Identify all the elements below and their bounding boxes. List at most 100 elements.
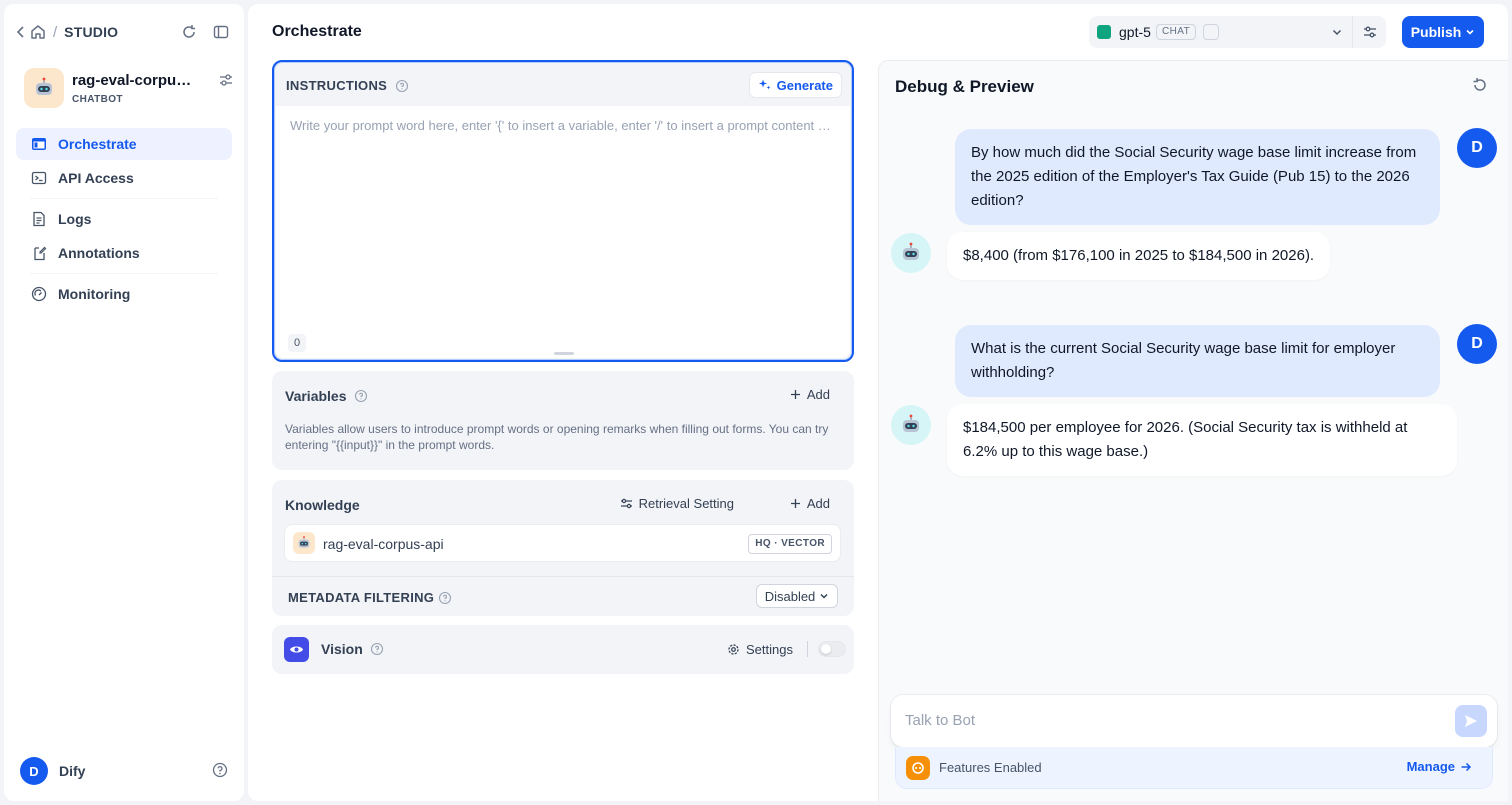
instructions-header: INSTRUCTIONS bbox=[286, 78, 409, 93]
vision-settings-button[interactable]: Settings bbox=[727, 642, 793, 657]
send-icon bbox=[1463, 713, 1479, 729]
prompt-placeholder: Write your prompt word here, enter '{' t… bbox=[290, 118, 836, 133]
terminal-window-icon bbox=[30, 135, 48, 153]
model-mode-tag: CHAT bbox=[1156, 24, 1197, 40]
sliders-icon bbox=[620, 497, 633, 510]
dataset-name: rag-eval-corpus-api bbox=[323, 536, 444, 552]
metadata-filtering-header: METADATA FILTERING bbox=[288, 590, 452, 605]
retrieval-setting-button[interactable]: Retrieval Setting bbox=[620, 496, 734, 511]
app-name: rag-eval-corpus-api bbox=[72, 72, 192, 89]
manage-label: Manage bbox=[1406, 759, 1455, 774]
variables-header: Variables bbox=[285, 388, 368, 404]
sidebar-item-logs[interactable]: Logs bbox=[16, 203, 232, 235]
sidebar-nav: Orchestrate API Access Logs Annotations bbox=[16, 128, 232, 310]
features-icon bbox=[906, 756, 930, 780]
app-settings-icon[interactable] bbox=[218, 72, 234, 88]
back-chevron-icon[interactable] bbox=[16, 26, 26, 38]
retrieval-setting-label: Retrieval Setting bbox=[638, 496, 734, 511]
sidebar-item-label: Monitoring bbox=[58, 286, 131, 302]
bot-message: $8,400 (from $176,100 in 2025 to $184,50… bbox=[947, 232, 1331, 280]
chevron-down-icon bbox=[819, 591, 829, 601]
sidebar-item-label: Logs bbox=[58, 211, 92, 227]
chevron-down-icon bbox=[1331, 26, 1343, 38]
instructions-panel: INSTRUCTIONS Generate Write your prompt … bbox=[272, 60, 854, 362]
account-area[interactable]: D Dify bbox=[20, 757, 232, 785]
nav-divider bbox=[30, 273, 218, 274]
terminal-icon bbox=[30, 169, 48, 187]
chat-input[interactable]: Talk to Bot bbox=[891, 695, 1497, 747]
user-message: What is the current Social Security wage… bbox=[955, 325, 1440, 397]
model-params-button[interactable] bbox=[1352, 16, 1386, 48]
generate-label: Generate bbox=[776, 77, 833, 93]
page-title: Orchestrate bbox=[272, 23, 362, 40]
metadata-filtering-select[interactable]: Disabled bbox=[756, 584, 838, 608]
user-avatar: D bbox=[1457, 128, 1497, 168]
features-bar: Features Enabled Manage bbox=[895, 747, 1493, 789]
sidebar-item-label: Annotations bbox=[58, 245, 140, 261]
reset-conversation-icon[interactable] bbox=[1472, 77, 1488, 93]
variables-title: Variables bbox=[285, 388, 347, 404]
metadata-filtering-title: METADATA FILTERING bbox=[288, 590, 435, 605]
main-panel: Orchestrate gpt-5 CHAT Publish INSTRUCTI… bbox=[248, 4, 1508, 801]
prompt-editor[interactable]: Write your prompt word here, enter '{' t… bbox=[276, 106, 850, 358]
add-label: Add bbox=[806, 387, 830, 402]
gauge-icon bbox=[30, 285, 48, 303]
send-button[interactable] bbox=[1455, 705, 1487, 737]
metadata-filtering-value: Disabled bbox=[764, 588, 816, 604]
collapse-sidebar-icon[interactable] bbox=[213, 24, 229, 40]
avatar[interactable]: D bbox=[20, 757, 48, 785]
instructions-title: INSTRUCTIONS bbox=[286, 78, 388, 93]
features-label: Features Enabled bbox=[939, 760, 1042, 775]
add-label: Add bbox=[806, 496, 830, 511]
chat-input-placeholder: Talk to Bot bbox=[905, 712, 976, 729]
sparkle-icon bbox=[758, 78, 772, 92]
toggle-knob bbox=[821, 644, 831, 654]
vision-toggle[interactable] bbox=[818, 641, 846, 657]
model-name: gpt-5 bbox=[1119, 24, 1151, 40]
model-selector[interactable]: gpt-5 CHAT bbox=[1089, 16, 1386, 48]
knowledge-title: Knowledge bbox=[285, 497, 360, 513]
user-message: By how much did the Social Security wage… bbox=[955, 129, 1440, 225]
sidebar: / STUDIO rag-eval-corpus-api CHATBOT Orc… bbox=[4, 4, 244, 801]
plus-icon bbox=[790, 498, 801, 509]
sidebar-item-monitoring[interactable]: Monitoring bbox=[16, 278, 232, 310]
info-icon bbox=[354, 389, 368, 403]
knowledge-panel: Knowledge Retrieval Setting Add rag-eval… bbox=[272, 480, 854, 616]
vision-title: Vision bbox=[321, 641, 363, 657]
add-variable-button[interactable]: Add bbox=[790, 387, 830, 402]
bot-avatar-icon bbox=[891, 405, 931, 445]
model-capability-icon bbox=[1203, 24, 1219, 40]
sliders-icon bbox=[1362, 24, 1378, 40]
prompt-char-count: 0 bbox=[288, 334, 306, 352]
publish-button[interactable]: Publish bbox=[1402, 16, 1484, 48]
app-card[interactable]: rag-eval-corpus-api CHATBOT bbox=[24, 68, 232, 108]
vision-panel: Vision Settings bbox=[272, 625, 854, 674]
document-list-icon bbox=[30, 210, 48, 228]
knowledge-dataset-item[interactable]: rag-eval-corpus-api HQ · VECTOR bbox=[284, 524, 841, 562]
generate-button[interactable]: Generate bbox=[748, 72, 842, 98]
plus-icon bbox=[790, 389, 801, 400]
variables-description: Variables allow users to introduce promp… bbox=[285, 422, 829, 452]
robot-icon bbox=[24, 68, 64, 108]
resize-handle[interactable] bbox=[554, 352, 574, 355]
bot-avatar-icon bbox=[891, 233, 931, 273]
refresh-icon[interactable] bbox=[181, 24, 197, 40]
sidebar-item-api-access[interactable]: API Access bbox=[16, 162, 232, 194]
info-icon bbox=[370, 642, 384, 656]
breadcrumb-studio[interactable]: STUDIO bbox=[64, 24, 118, 40]
sidebar-item-annotations[interactable]: Annotations bbox=[16, 237, 232, 269]
dataset-index-tag: HQ · VECTOR bbox=[748, 534, 832, 554]
add-knowledge-button[interactable]: Add bbox=[790, 496, 830, 511]
app-type: CHATBOT bbox=[72, 94, 123, 105]
sidebar-item-orchestrate[interactable]: Orchestrate bbox=[16, 128, 232, 160]
debug-title: Debug & Preview bbox=[895, 77, 1034, 96]
divider bbox=[272, 576, 854, 577]
help-icon[interactable] bbox=[212, 762, 228, 778]
bot-message: $184,500 per employee for 2026. (Social … bbox=[947, 404, 1457, 476]
openai-icon bbox=[1097, 25, 1111, 39]
home-icon[interactable] bbox=[30, 24, 46, 40]
breadcrumb-separator: / bbox=[53, 23, 58, 41]
workspace-name: Dify bbox=[59, 763, 86, 779]
settings-label: Settings bbox=[746, 642, 793, 657]
manage-features-button[interactable]: Manage bbox=[1407, 759, 1472, 774]
